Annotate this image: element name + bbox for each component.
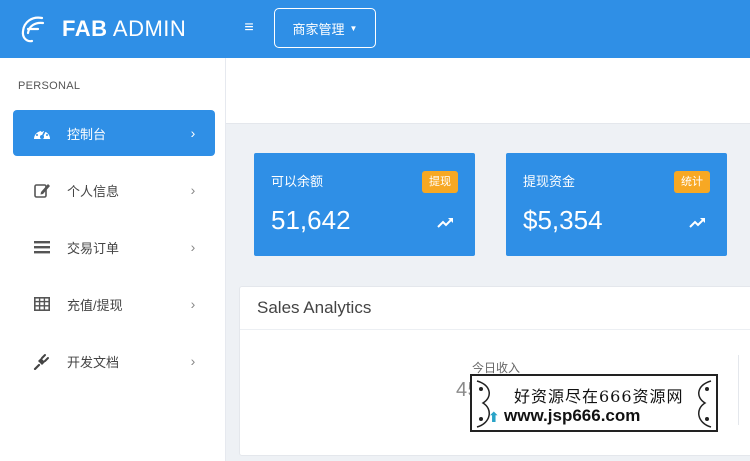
merchant-menu-button[interactable]: 商家管理 ▼ (274, 8, 376, 48)
table-icon (31, 293, 53, 315)
chevron-right-icon: › (190, 182, 196, 198)
sidebar-item-profile[interactable]: 个人信息 › (13, 167, 215, 213)
watermark-line-2: www.jsp666.com (504, 406, 641, 425)
divider (240, 329, 750, 330)
sidebar-item-label: 开发文档 (67, 354, 120, 370)
trending-up-icon (437, 218, 453, 228)
chevron-right-icon: › (190, 125, 196, 141)
sidebar-item-docs[interactable]: 开发文档 › (13, 338, 215, 384)
sidebar-item-label: 交易订单 (67, 240, 120, 256)
logo-icon (21, 16, 45, 43)
sidebar-item-orders[interactable]: 交易订单 › (13, 224, 215, 270)
sidebar-item-label: 控制台 (67, 126, 107, 142)
arrow-up-icon: ⬆ (488, 409, 500, 425)
withdraw-badge[interactable]: 提现 (422, 171, 458, 193)
withdrawn-card: 提现资金 统计 $5,354 (506, 153, 727, 256)
balance-card: 可以余额 提现 51,642 (254, 153, 475, 256)
withdrawn-card-title: 提现资金 (523, 174, 576, 189)
sidebar: PERSONAL 控制台 › 个人信息 › 交易订单 › 充值/提现 › 开发文… (0, 58, 226, 461)
content-header (226, 58, 750, 124)
list-icon (31, 236, 53, 258)
flourish-right-icon (698, 380, 712, 428)
chevron-right-icon: › (190, 353, 196, 369)
sidebar-item-recharge[interactable]: 充值/提现 › (13, 281, 215, 327)
edit-icon (31, 179, 53, 201)
balance-card-title: 可以余额 (271, 174, 324, 189)
withdrawn-value: $5,354 (523, 205, 603, 235)
sidebar-item-label: 充值/提现 (67, 297, 123, 313)
chevron-right-icon: › (190, 296, 196, 312)
divider (738, 355, 739, 425)
sidebar-item-dashboard[interactable]: 控制台 › (13, 110, 215, 156)
watermark-line-1: 好资源尽在666资源网 (514, 387, 684, 406)
caret-down-icon: ▼ (349, 23, 358, 33)
brand-name: FAB ADMIN (62, 16, 187, 41)
merchant-menu-label: 商家管理 (292, 21, 345, 37)
plug-icon (31, 350, 53, 372)
chevron-right-icon: › (190, 239, 196, 255)
sidebar-section-title: PERSONAL (18, 80, 81, 92)
watermark-banner: 好资源尽在666资源网 ⬆ www.jsp666.com (470, 374, 718, 432)
balance-value: 51,642 (271, 205, 351, 235)
hamburger-icon[interactable]: ≡ (240, 19, 258, 37)
sales-analytics-title: Sales Analytics (257, 298, 372, 317)
brand[interactable]: FAB ADMIN (0, 0, 226, 58)
trending-up-icon (689, 218, 705, 228)
top-navbar: FAB ADMIN ≡ 商家管理 ▼ (0, 0, 750, 58)
stats-badge[interactable]: 统计 (674, 171, 710, 193)
sidebar-item-label: 个人信息 (67, 183, 120, 199)
dashboard-icon (31, 122, 53, 144)
